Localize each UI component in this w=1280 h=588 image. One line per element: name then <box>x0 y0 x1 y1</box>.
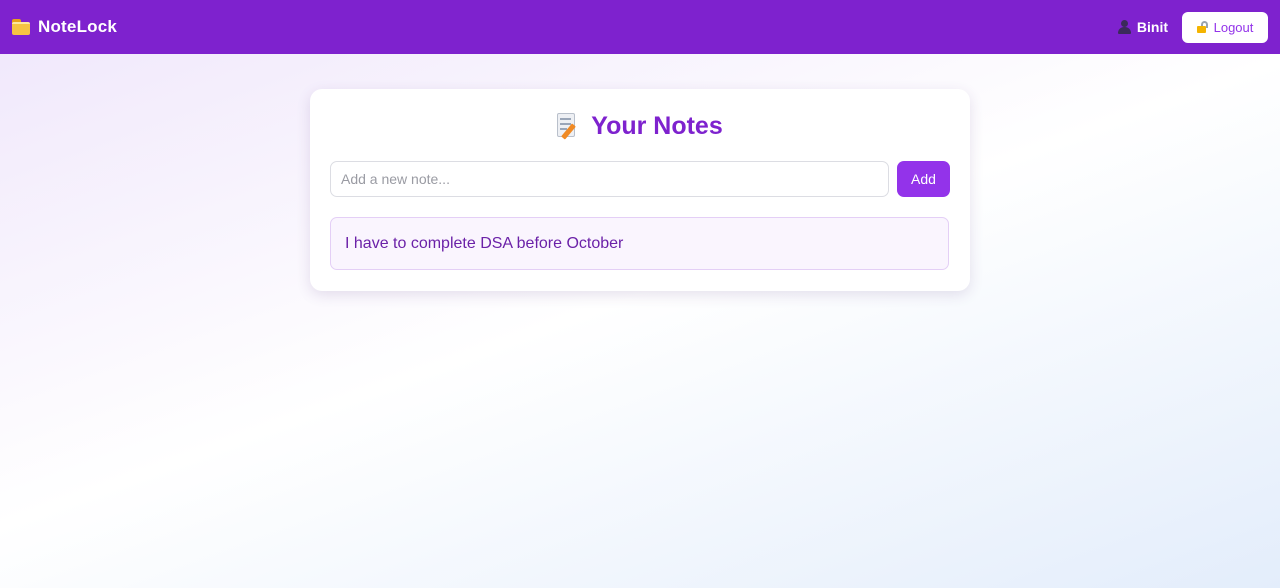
logout-label: Logout <box>1213 19 1254 35</box>
brand[interactable]: NoteLock <box>12 17 117 37</box>
nav-right: Binit Logout <box>1117 11 1268 43</box>
note-list: I have to complete DSA before October <box>330 217 950 270</box>
folder-icon <box>12 19 30 35</box>
user-name: Binit <box>1136 19 1168 35</box>
lock-icon <box>1196 21 1208 33</box>
list-item[interactable]: I have to complete DSA before October <box>330 217 949 270</box>
page-title: Your Notes <box>330 111 950 141</box>
note-text: I have to complete DSA before October <box>345 234 624 252</box>
brand-name: NoteLock <box>38 17 118 36</box>
note-input[interactable] <box>330 161 889 197</box>
user-info: Binit <box>1117 19 1168 35</box>
add-button[interactable]: Add <box>897 161 950 197</box>
top-navbar: NoteLock Binit Logout <box>0 0 1280 54</box>
page-title-text: Your Notes <box>591 111 723 140</box>
user-icon <box>1117 20 1131 34</box>
add-note-row: Add <box>330 161 950 197</box>
notes-card: Your Notes Add I have to complete DSA be… <box>310 89 970 291</box>
logout-button[interactable]: Logout <box>1182 11 1268 43</box>
memo-icon <box>557 113 579 140</box>
